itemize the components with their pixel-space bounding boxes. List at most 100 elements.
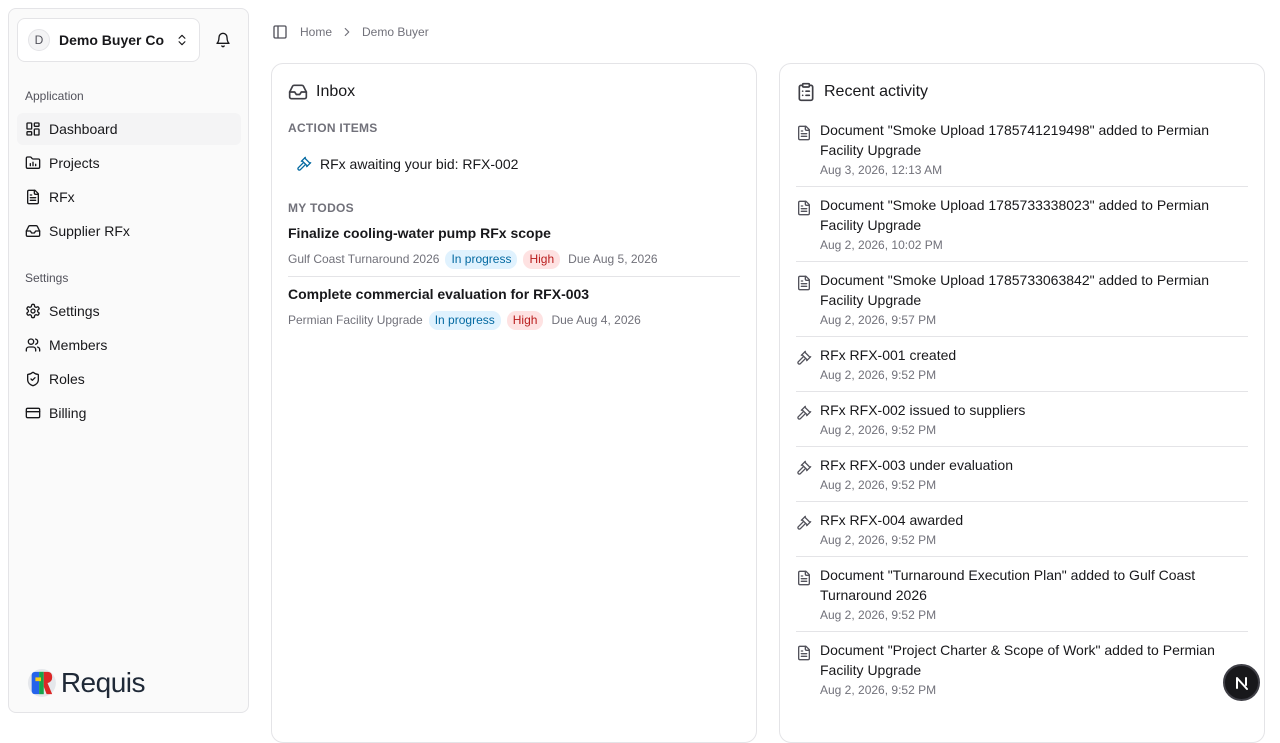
divider bbox=[796, 556, 1248, 557]
activity-title-line2: Turnaround 2026 bbox=[820, 587, 927, 603]
sidebar-item-members[interactable]: Members bbox=[17, 329, 241, 361]
todo-title: Finalize cooling-water pump RFx scope bbox=[288, 225, 551, 241]
activity-item[interactable]: Document "Smoke Upload 1785733063842" ad… bbox=[796, 270, 1248, 329]
sidebar-item-settings[interactable]: Settings bbox=[17, 295, 241, 327]
sidebar-item-label: Supplier RFx bbox=[49, 223, 130, 239]
sidebar-item-label: Dashboard bbox=[49, 121, 118, 137]
activity-time: Aug 2, 2026, 9:52 PM bbox=[820, 683, 937, 697]
activity-title-line2: Facility Upgrade bbox=[820, 142, 922, 158]
nextjs-dev-badge[interactable] bbox=[1223, 664, 1260, 701]
recent-activity-card: Recent activity Document "Smoke Upload 1… bbox=[779, 63, 1265, 743]
sidebar-item-supplier-rfx[interactable]: Supplier RFx bbox=[17, 215, 241, 247]
divider bbox=[796, 501, 1248, 502]
todo-due: Due Aug 5, 2026 bbox=[568, 252, 658, 266]
folder-chart-icon bbox=[25, 156, 41, 169]
action-item[interactable]: RFx awaiting your bid: RFX-002 bbox=[288, 152, 518, 176]
gavel-icon bbox=[797, 515, 812, 530]
activity-item[interactable]: RFx RFX-001 created Aug 2, 2026, 9:52 PM bbox=[796, 345, 1248, 384]
activity-title-line1: Document "Smoke Upload 1785741219498" ad… bbox=[820, 122, 1209, 138]
breadcrumb-current: Demo Buyer bbox=[362, 25, 429, 39]
todo-due: Due Aug 4, 2026 bbox=[551, 313, 641, 327]
activity-item[interactable]: Document "Smoke Upload 1785733338023" ad… bbox=[796, 195, 1248, 254]
activity-item[interactable]: Document "Smoke Upload 1785741219498" ad… bbox=[796, 120, 1248, 179]
sidebar-item-rfx[interactable]: RFx bbox=[17, 181, 241, 213]
gavel-icon bbox=[797, 405, 812, 420]
priority-badge: High bbox=[506, 310, 544, 330]
sidebar-item-dashboard[interactable]: Dashboard bbox=[17, 113, 241, 145]
activity-item[interactable]: Document "Project Charter & Scope of Wor… bbox=[796, 640, 1248, 699]
activity-title-line2: Facility Upgrade bbox=[820, 292, 922, 308]
activity-title: RFx RFX-003 under evaluation bbox=[820, 457, 1013, 473]
activity-item[interactable]: Document "Turnaround Execution Plan" add… bbox=[796, 565, 1248, 624]
document-icon bbox=[798, 200, 810, 216]
org-switcher[interactable]: D Demo Buyer Co bbox=[17, 18, 200, 62]
file-icon bbox=[27, 189, 39, 205]
activity-title: RFx RFX-002 issued to suppliers bbox=[820, 402, 1026, 418]
inbox-card: Inbox ACTION ITEMS RFx awaiting your bid… bbox=[271, 63, 757, 743]
document-icon bbox=[798, 275, 810, 291]
activity-time: Aug 3, 2026, 12:13 AM bbox=[820, 163, 943, 177]
priority-badge: High bbox=[523, 249, 561, 269]
sidebar: D Demo Buyer Co Application Dashboard Pr… bbox=[8, 8, 249, 713]
activity-title-line1: Document "Turnaround Execution Plan" add… bbox=[820, 567, 1196, 583]
action-item-label: RFx awaiting your bid: RFX-002 bbox=[320, 156, 519, 172]
gavel-icon bbox=[797, 350, 812, 365]
activity-title-line1: Document "Smoke Upload 1785733063842" ad… bbox=[820, 272, 1209, 288]
nextjs-logo-icon bbox=[1235, 676, 1248, 690]
inbox-title: Inbox bbox=[288, 82, 355, 102]
todo-project: Permian Facility Upgrade bbox=[288, 313, 423, 327]
todo-project: Gulf Coast Turnaround 2026 bbox=[288, 252, 440, 266]
activity-title: RFx RFX-001 created bbox=[820, 347, 957, 363]
sidebar-item-roles[interactable]: Roles bbox=[17, 363, 241, 395]
inbox-icon bbox=[288, 84, 308, 100]
activity-time: Aug 2, 2026, 9:57 PM bbox=[820, 313, 937, 327]
settings-group-label: Settings bbox=[25, 271, 69, 285]
activity-time: Aug 2, 2026, 9:52 PM bbox=[820, 478, 937, 492]
gavel-icon bbox=[297, 156, 312, 171]
requis-logo-mark-icon bbox=[27, 669, 56, 697]
activity-item[interactable]: RFx RFX-004 awarded Aug 2, 2026, 9:52 PM bbox=[796, 510, 1248, 549]
sidebar-toggle-icon[interactable] bbox=[272, 24, 288, 40]
bell-icon[interactable] bbox=[215, 32, 231, 48]
org-name: Demo Buyer Co bbox=[59, 32, 165, 48]
status-badge: In progress bbox=[428, 310, 501, 330]
sidebar-item-label: Projects bbox=[49, 155, 100, 171]
activity-title: RFx RFX-004 awarded bbox=[820, 512, 964, 528]
dashboard-icon bbox=[26, 122, 40, 136]
breadcrumb-home[interactable]: Home bbox=[300, 25, 332, 39]
activity-time: Aug 2, 2026, 9:52 PM bbox=[820, 533, 937, 547]
recent-activity-title: Recent activity bbox=[796, 82, 928, 102]
chevrons-up-down-icon bbox=[178, 34, 186, 46]
activity-item[interactable]: RFx RFX-002 issued to suppliers Aug 2, 2… bbox=[796, 400, 1248, 439]
sidebar-item-label: Members bbox=[49, 337, 108, 353]
document-icon bbox=[798, 125, 810, 141]
org-avatar: D bbox=[28, 29, 50, 51]
activity-title-line2: Facility Upgrade bbox=[820, 662, 922, 678]
logo-text: Requis bbox=[60, 667, 146, 698]
application-group-label: Application bbox=[25, 89, 84, 103]
shield-icon bbox=[27, 371, 39, 387]
gavel-icon bbox=[797, 460, 812, 475]
breadcrumb: Home Demo Buyer bbox=[272, 22, 429, 42]
requis-logo: Requis bbox=[27, 665, 146, 701]
activity-title-line1: Document "Smoke Upload 1785733338023" ad… bbox=[820, 197, 1209, 213]
activity-time: Aug 2, 2026, 10:02 PM bbox=[820, 238, 943, 252]
divider bbox=[796, 446, 1248, 447]
todo-item[interactable]: Finalize cooling-water pump RFx scope Gu… bbox=[288, 225, 740, 269]
activity-time: Aug 2, 2026, 9:52 PM bbox=[820, 608, 937, 622]
activity-title-line2: Facility Upgrade bbox=[820, 217, 922, 233]
sidebar-item-projects[interactable]: Projects bbox=[17, 147, 241, 179]
sidebar-item-label: Settings bbox=[49, 303, 100, 319]
document-icon bbox=[798, 645, 810, 661]
activity-time: Aug 2, 2026, 9:52 PM bbox=[820, 423, 937, 437]
activity-item[interactable]: RFx RFX-003 under evaluation Aug 2, 2026… bbox=[796, 455, 1248, 494]
status-badge: In progress bbox=[445, 249, 518, 269]
divider bbox=[796, 261, 1248, 262]
clipboard-list-icon bbox=[798, 82, 814, 102]
my-todos-label: MY TODOS bbox=[288, 201, 354, 215]
divider bbox=[796, 186, 1248, 187]
activity-title-line1: Document "Project Charter & Scope of Wor… bbox=[820, 642, 1215, 658]
divider bbox=[796, 631, 1248, 632]
sidebar-item-billing[interactable]: Billing bbox=[17, 397, 241, 429]
todo-item[interactable]: Complete commercial evaluation for RFX-0… bbox=[288, 286, 740, 330]
